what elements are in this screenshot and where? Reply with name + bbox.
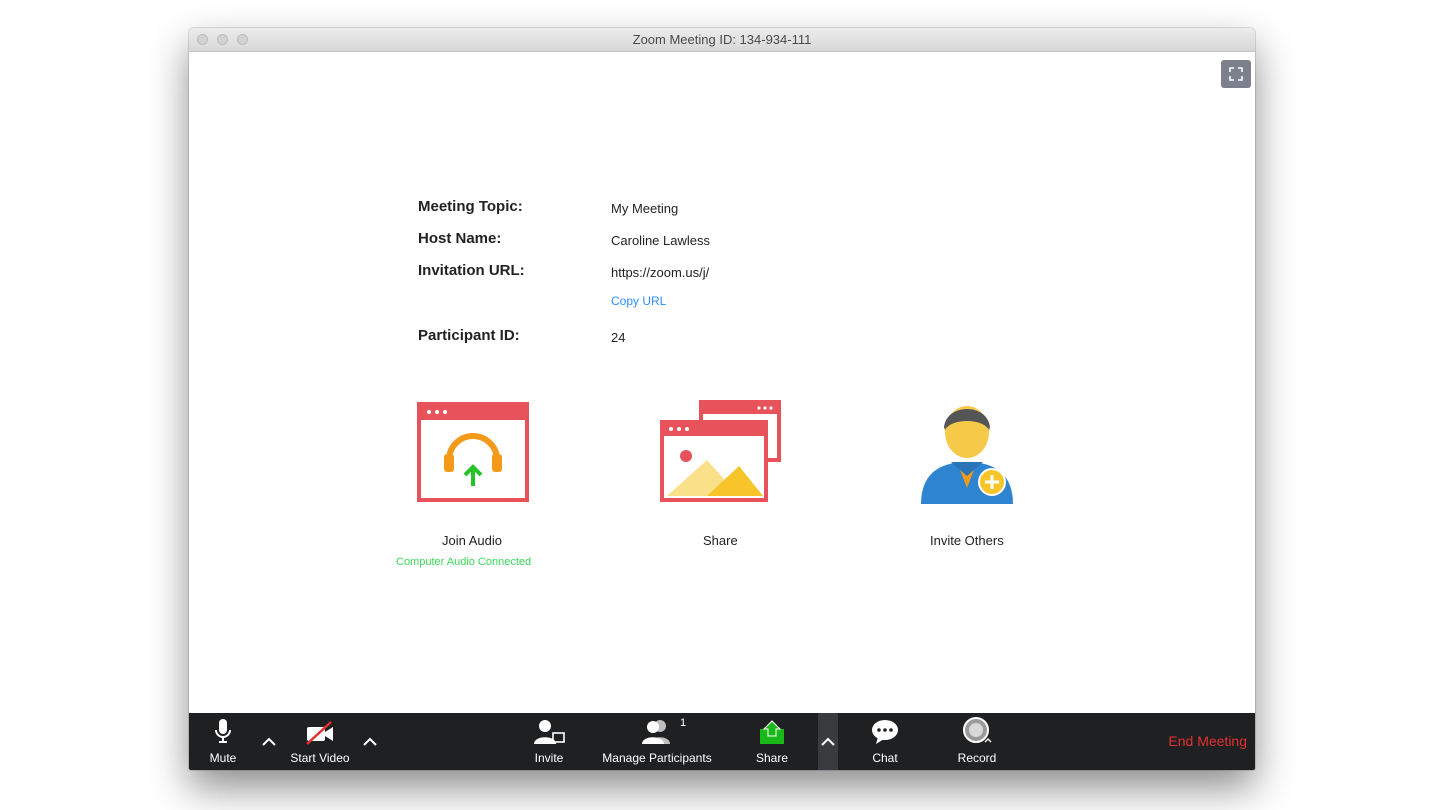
invite-button[interactable]: Invite xyxy=(527,713,571,770)
share-options-caret[interactable] xyxy=(818,731,838,751)
fullscreen-icon xyxy=(1229,67,1243,81)
title-bar: Zoom Meeting ID: 134-934-111 xyxy=(189,28,1255,52)
share-tile[interactable] xyxy=(659,400,781,504)
microphone-icon xyxy=(215,719,231,743)
chevron-up-icon xyxy=(363,737,377,746)
invitation-url-label: Invitation URL: xyxy=(418,262,525,279)
share-label: Share xyxy=(755,751,789,765)
participants-icon xyxy=(642,720,670,744)
chevron-up-icon xyxy=(262,737,276,746)
chat-button[interactable]: Chat xyxy=(865,713,905,770)
participant-id-value: 24 xyxy=(611,330,626,345)
audio-options-caret[interactable] xyxy=(259,731,279,751)
add-person-icon xyxy=(921,406,1013,504)
participant-count-badge: 1 xyxy=(680,717,687,729)
share-tile-label: Share xyxy=(703,533,738,548)
record-button[interactable]: Record xyxy=(953,713,1001,770)
zoom-meeting-window: Zoom Meeting ID: 134-934-111 Meeting Top… xyxy=(189,28,1255,770)
copy-url-link[interactable]: Copy URL xyxy=(611,294,666,308)
invite-others-tile[interactable] xyxy=(917,396,1017,508)
invite-label: Invite xyxy=(534,751,564,765)
invite-others-label: Invite Others xyxy=(930,533,1004,548)
chat-label: Chat xyxy=(872,751,898,765)
end-meeting-button[interactable]: End Meeting xyxy=(1168,733,1247,749)
meeting-topic-value: My Meeting xyxy=(611,201,679,216)
join-audio-tile[interactable] xyxy=(417,402,529,502)
share-screen-icon xyxy=(660,400,781,502)
host-name-label: Host Name: xyxy=(418,230,502,247)
participant-id-label: Participant ID: xyxy=(418,327,520,344)
video-camera-off-icon xyxy=(306,721,333,745)
meeting-topic-label: Meeting Topic: xyxy=(418,198,523,215)
share-arrow-icon xyxy=(760,720,784,744)
chevron-up-icon xyxy=(821,737,835,746)
invitation-url-value: https://zoom.us/j/ xyxy=(611,265,710,280)
meeting-toolbar: Mute Start Video Invite 1 Manage Partici… xyxy=(189,713,1255,770)
video-options-caret[interactable] xyxy=(360,731,380,751)
record-label: Record xyxy=(957,751,997,765)
start-video-label: Start Video xyxy=(290,751,350,765)
audio-connected-status: Computer Audio Connected xyxy=(396,556,532,568)
fullscreen-button[interactable] xyxy=(1221,60,1251,88)
invite-person-icon xyxy=(534,720,565,744)
headphones-window-icon xyxy=(417,402,529,502)
mute-button[interactable]: Mute xyxy=(203,713,243,770)
manage-participants-button[interactable]: 1 Manage Participants xyxy=(595,713,719,770)
host-name-value: Caroline Lawless xyxy=(611,233,710,248)
share-screen-button[interactable]: Share xyxy=(751,713,793,770)
mute-label: Mute xyxy=(209,751,237,765)
chat-bubble-icon xyxy=(872,720,898,744)
manage-participants-label: Manage Participants xyxy=(602,751,712,765)
record-icon xyxy=(963,717,992,743)
window-title: Zoom Meeting ID: 134-934-111 xyxy=(632,32,812,47)
start-video-button[interactable]: Start Video xyxy=(285,713,355,770)
join-audio-label: Join Audio xyxy=(442,533,502,548)
